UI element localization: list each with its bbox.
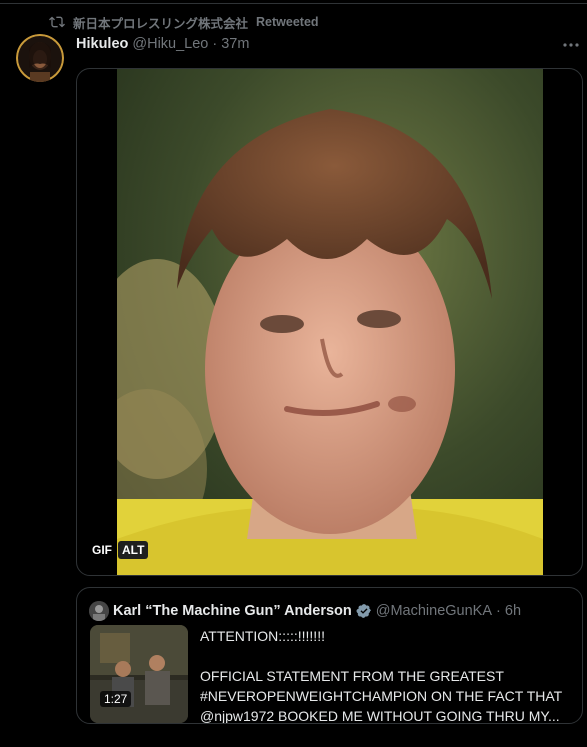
verified-icon: [356, 604, 371, 618]
quote-avatar: [89, 601, 109, 621]
retweet-icon: [49, 16, 65, 28]
quote-display-name: Karl “The Machine Gun” Anderson: [113, 603, 352, 619]
display-name[interactable]: Hikuleo: [76, 36, 128, 52]
quote-line: [200, 646, 572, 666]
quoted-tweet[interactable]: Karl “The Machine Gun” Anderson @Machine…: [76, 587, 583, 724]
retweeter-name[interactable]: 新日本プロレスリング株式会社: [73, 13, 248, 32]
more-icon[interactable]: [562, 38, 580, 52]
quote-video-thumbnail[interactable]: 1:27: [90, 625, 188, 723]
quote-body: ATTENTION:::::!!!!!!! OFFICIAL STATEMENT…: [200, 626, 572, 724]
media-badges: GIF ALT: [90, 541, 149, 559]
gif-image[interactable]: [117, 69, 543, 575]
quote-timestamp: 6h: [504, 603, 522, 619]
avatar-image: [16, 34, 64, 82]
video-thumbnail-image: [90, 625, 188, 723]
retweet-label: Retweeted: [256, 15, 319, 29]
quote-line: OFFICIAL STATEMENT FROM THE GREATEST: [200, 668, 504, 684]
separator-dot: ·: [212, 36, 218, 52]
gif-badge: GIF: [92, 543, 112, 557]
top-divider: [0, 3, 587, 4]
quote-header: Karl “The Machine Gun” Anderson @Machine…: [89, 601, 521, 621]
user-handle[interactable]: @Hiku_Leo: [132, 36, 208, 52]
alt-badge[interactable]: ALT: [118, 541, 149, 559]
video-duration: 1:27: [100, 691, 132, 707]
tweet-media[interactable]: [76, 68, 583, 576]
retweet-context[interactable]: 新日本プロレスリング株式会社 Retweeted: [49, 13, 319, 31]
quote-separator: ·: [496, 603, 501, 619]
avatar[interactable]: [16, 34, 64, 82]
quote-line: @njpw1972 BOOKED ME WITHOUT GOING THRU M…: [200, 708, 560, 724]
tweet-timestamp[interactable]: 37m: [221, 36, 249, 52]
quote-handle: @MachineGunKA: [375, 603, 493, 619]
tweet-header: Hikuleo @Hiku_Leo · 37m: [76, 36, 249, 52]
quote-line: ATTENTION:::::!!!!!!!: [200, 628, 325, 644]
quote-line: #NEVEROPENWEIGHTCHAMPION ON THE FACT THA…: [200, 688, 563, 704]
